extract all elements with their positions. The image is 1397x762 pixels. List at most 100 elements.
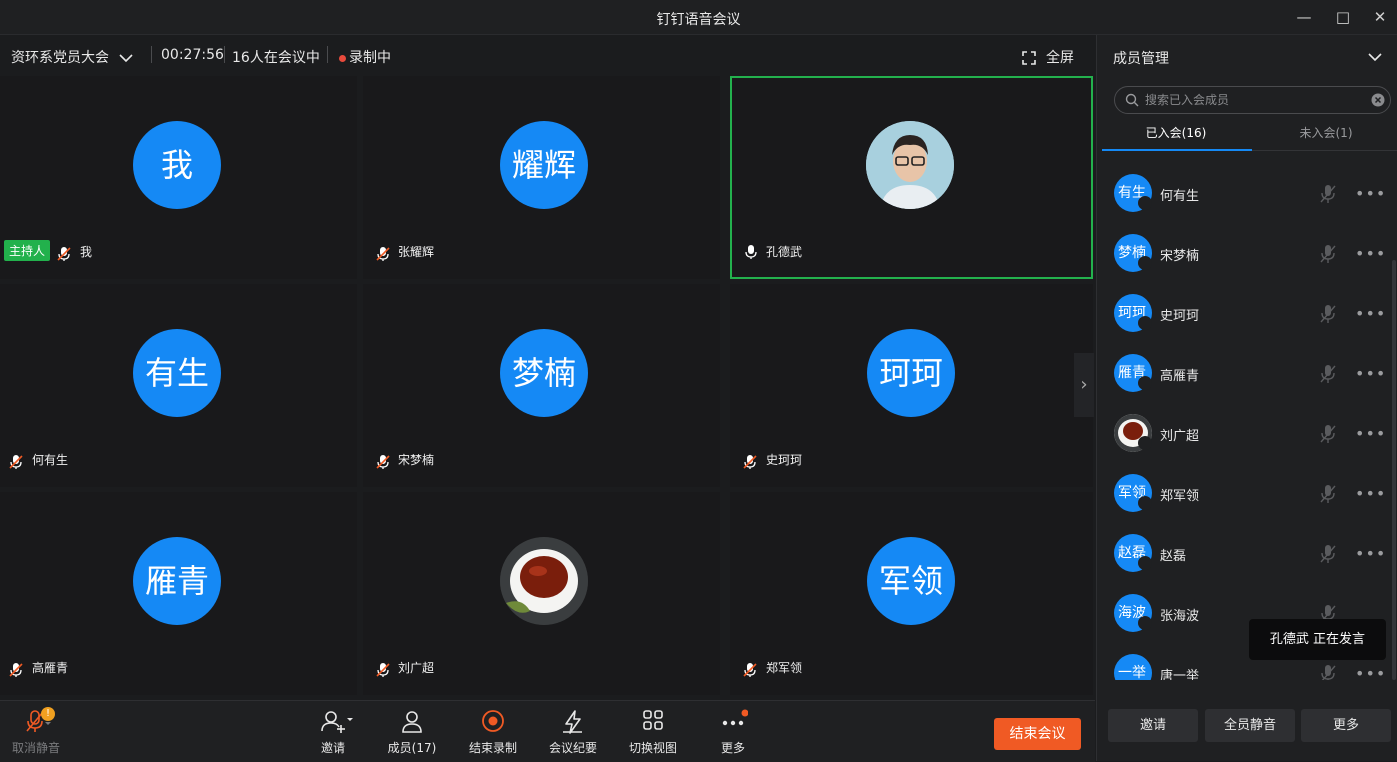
end-recording-button[interactable]: 结束录制 <box>458 709 528 756</box>
mic-on-icon <box>745 245 757 259</box>
member-row[interactable]: 军领 郑军领 ••• <box>1097 464 1387 524</box>
meeting-minutes-button[interactable]: 会议纪要 <box>538 709 608 756</box>
switch-view-button[interactable]: 切换视图 <box>618 709 688 756</box>
recording-label: 录制中 <box>349 50 391 66</box>
tile-avatar: 珂珂 <box>867 329 955 417</box>
member-row[interactable]: 有生 何有生 ••• <box>1097 164 1387 224</box>
member-name: 赵磊 <box>1160 549 1187 564</box>
more-options-icon[interactable]: ••• <box>1355 424 1386 443</box>
window-title: 钉钉语音会议 <box>656 12 741 28</box>
members-button[interactable]: 成员(17) <box>377 709 447 756</box>
chevron-down-icon[interactable] <box>1368 52 1382 62</box>
maximize-icon[interactable]: □ <box>1329 6 1357 28</box>
more-options-icon[interactable]: ••• <box>1355 484 1386 503</box>
fullscreen-button[interactable]: 全屏 <box>1022 47 1074 67</box>
title-bar: 钉钉语音会议 — □ ✕ <box>0 0 1397 35</box>
next-page-chevron-icon[interactable]: › <box>1074 353 1094 417</box>
member-name: 郑军领 <box>1160 489 1200 504</box>
person-photo-icon <box>866 121 954 209</box>
mute-all-button[interactable]: 全员静音 <box>1205 709 1295 742</box>
video-tile[interactable]: 梦楠 宋梦楠 <box>363 284 720 487</box>
invite-button[interactable]: 邀请 <box>298 709 368 756</box>
more-label: 更多 <box>720 741 745 755</box>
member-row[interactable]: 刘广超 ••• <box>1097 404 1387 464</box>
mic-muted-icon[interactable] <box>1319 424 1337 444</box>
video-tile[interactable]: 有生 何有生 <box>0 284 357 487</box>
end-meeting-button[interactable]: 结束会议 <box>994 718 1081 750</box>
video-tile-active-speaker[interactable]: 孔德武 <box>730 76 1093 279</box>
mic-muted-icon <box>743 663 757 677</box>
more-options-icon[interactable]: ••• <box>1355 244 1386 263</box>
mic-muted-icon <box>376 247 390 261</box>
fullscreen-label: 全屏 <box>1046 50 1074 66</box>
video-tile[interactable]: 珂珂 史珂珂 <box>730 284 1093 487</box>
member-name: 史珂珂 <box>1160 309 1200 324</box>
record-stop-icon <box>482 710 504 732</box>
switch-view-label: 切换视图 <box>628 741 677 755</box>
video-tile[interactable]: 我 主持人 我 <box>0 76 357 279</box>
panel-title: 成员管理 <box>1113 51 1169 67</box>
panel-invite-button[interactable]: 邀请 <box>1108 709 1198 742</box>
mic-muted-icon[interactable] <box>1319 544 1337 564</box>
recording-status: 录制中 <box>339 47 391 67</box>
mic-muted-icon[interactable] <box>1319 484 1337 504</box>
speaking-toast: 孔德武 正在发言 <box>1249 619 1386 660</box>
member-avatar: 一举 <box>1114 654 1152 680</box>
mic-muted-icon[interactable] <box>1319 184 1337 204</box>
member-list-scrollbar[interactable] <box>1392 260 1396 680</box>
meeting-name-dropdown[interactable]: 资环系党员大会 <box>11 47 134 67</box>
tile-avatar: 耀辉 <box>500 121 588 209</box>
mic-muted-icon[interactable] <box>1319 664 1337 680</box>
tile-avatar: 雁青 <box>133 537 221 625</box>
member-row[interactable]: 雁青 高雁青 ••• <box>1097 344 1387 404</box>
meeting-info-bar: 资环系党员大会 00:27:56 16人在会议中 录制中 全屏 <box>0 35 1095 75</box>
meeting-minutes-label: 会议纪要 <box>548 741 597 755</box>
more-button[interactable]: 更多 <box>698 709 768 756</box>
tile-avatar-photo <box>866 121 954 209</box>
more-options-icon[interactable]: ••• <box>1355 664 1386 680</box>
close-icon[interactable]: ✕ <box>1366 6 1394 28</box>
mic-muted-badge-icon <box>1138 376 1152 390</box>
meeting-name: 资环系党员大会 <box>11 50 109 66</box>
mic-muted-icon <box>9 455 23 469</box>
mic-muted-icon[interactable] <box>1319 364 1337 384</box>
mic-muted-icon <box>743 455 757 469</box>
tile-avatar: 我 <box>133 121 221 209</box>
more-dots-icon <box>722 709 748 726</box>
member-row[interactable]: 赵磊 赵磊 ••• <box>1097 524 1387 584</box>
tab-active-indicator <box>1102 149 1252 151</box>
minimize-icon[interactable]: — <box>1290 6 1318 28</box>
mic-muted-badge-icon <box>1138 496 1152 510</box>
unmute-button[interactable]: ! 取消静音 <box>1 707 71 756</box>
mic-muted-icon <box>376 455 390 469</box>
recording-dot-icon <box>339 54 346 62</box>
mic-muted-icon[interactable] <box>1319 304 1337 324</box>
more-options-icon[interactable]: ••• <box>1355 304 1386 323</box>
video-tile[interactable]: 耀辉 张耀辉 <box>363 76 720 279</box>
member-row[interactable]: 梦楠 宋梦楠 ••• <box>1097 224 1387 284</box>
member-name: 高雁青 <box>1160 369 1200 384</box>
mic-muted-icon <box>57 247 71 261</box>
video-tile[interactable]: 刘广超 <box>363 492 720 695</box>
mic-muted-badge-icon <box>1138 316 1152 330</box>
member-search-input[interactable] <box>1143 92 1357 108</box>
more-options-icon[interactable]: ••• <box>1355 544 1386 563</box>
panel-more-button[interactable]: 更多 <box>1301 709 1391 742</box>
video-tile[interactable]: 雁青 高雁青 <box>0 492 357 695</box>
more-options-icon[interactable]: ••• <box>1355 364 1386 383</box>
more-options-icon[interactable]: ••• <box>1355 184 1386 203</box>
tile-avatar: 梦楠 <box>500 329 588 417</box>
clear-icon[interactable] <box>1371 93 1385 107</box>
mic-muted-badge-icon <box>1138 196 1152 210</box>
tab-joined[interactable]: 已入会(16) <box>1102 124 1250 141</box>
tile-name: 宋梦楠 <box>398 453 435 467</box>
video-tile[interactable]: 军领 郑军领 <box>730 492 1093 695</box>
fullscreen-icon <box>1022 51 1036 65</box>
member-name: 张海波 <box>1160 609 1200 624</box>
tile-name: 我 <box>80 245 93 259</box>
mic-muted-icon[interactable] <box>1319 244 1337 264</box>
tab-not-joined[interactable]: 未入会(1) <box>1252 124 1397 141</box>
chevron-down-icon <box>119 54 134 63</box>
member-row[interactable]: 珂珂 史珂珂 ••• <box>1097 284 1387 344</box>
tile-name: 史珂珂 <box>766 453 803 467</box>
